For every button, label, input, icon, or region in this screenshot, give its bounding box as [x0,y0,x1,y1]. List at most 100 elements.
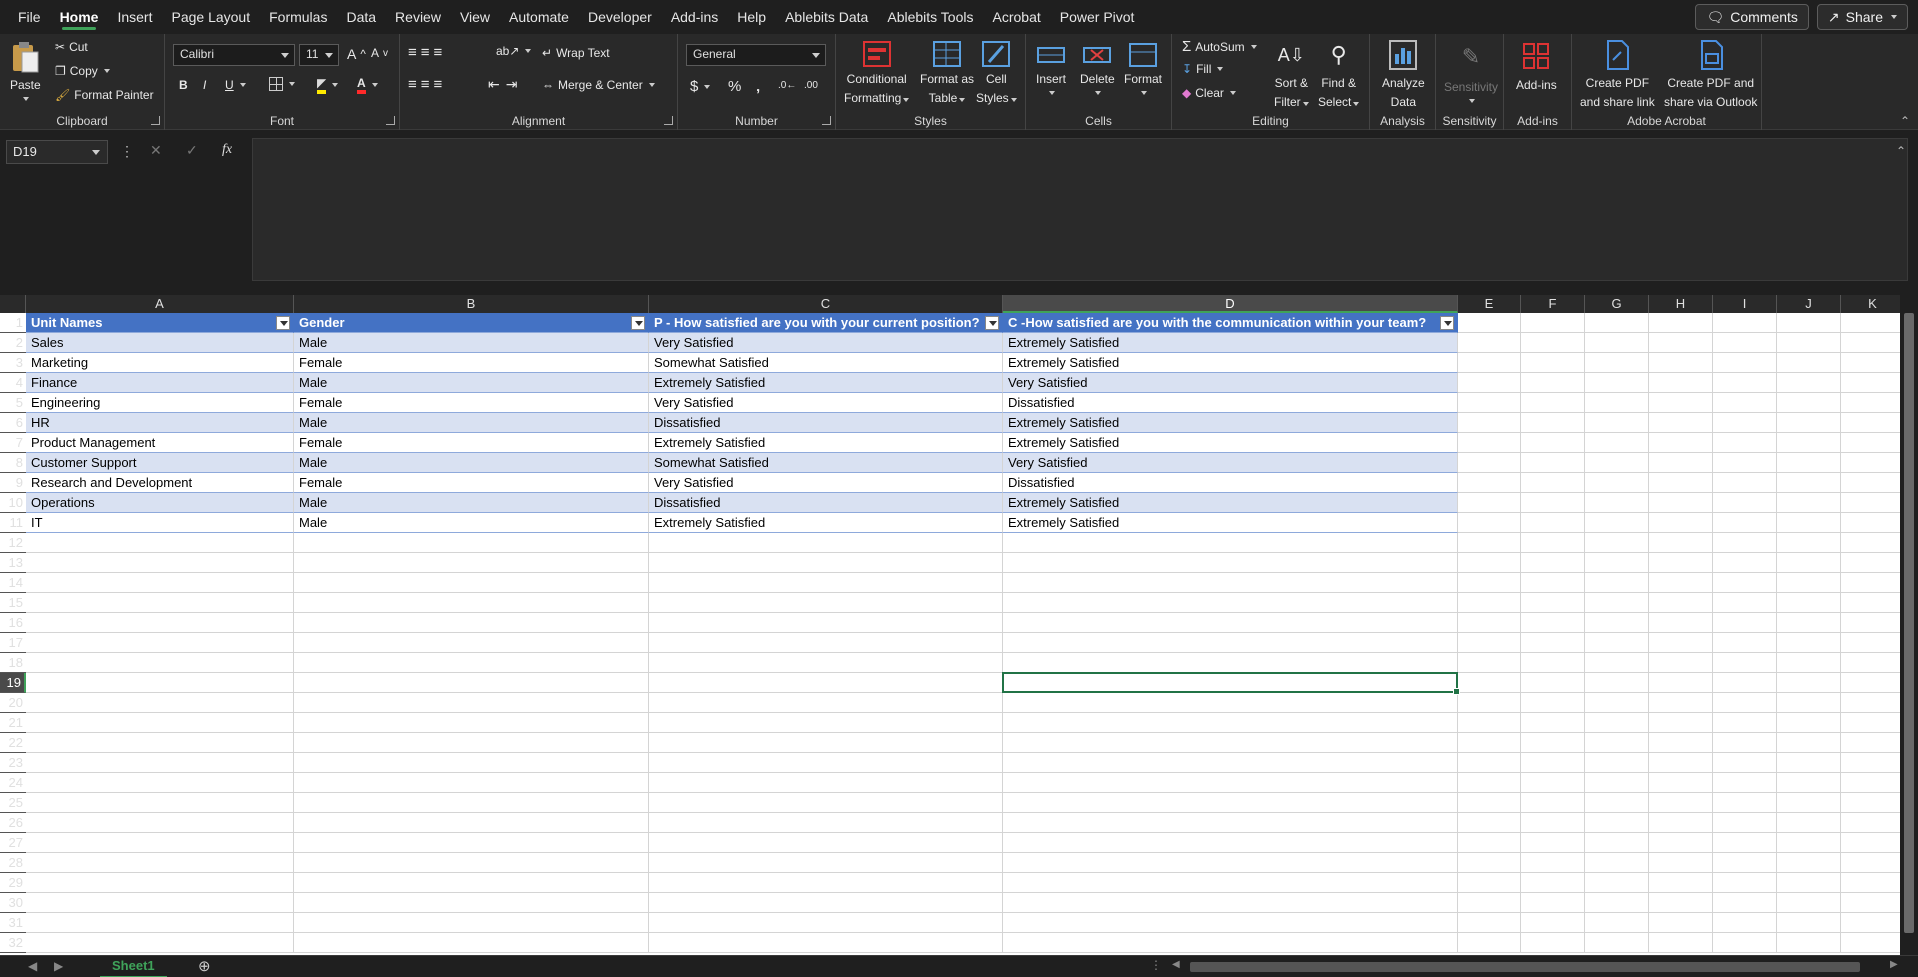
cell-j1[interactable] [1777,313,1841,333]
cell-f8[interactable] [1521,453,1585,473]
cell-h28[interactable] [1649,853,1713,873]
cell-a18[interactable] [26,653,294,673]
cell-c10[interactable]: Dissatisfied [649,493,1003,513]
row-header[interactable]: 17 [0,633,26,653]
cell-k2[interactable] [1841,333,1900,353]
cell-b25[interactable] [294,793,649,813]
borders-button[interactable] [269,77,295,91]
cell-h26[interactable] [1649,813,1713,833]
cell-j18[interactable] [1777,653,1841,673]
cell-a5[interactable]: Engineering [26,393,294,413]
cell-i16[interactable] [1713,613,1777,633]
cell-d24[interactable] [1003,773,1458,793]
cell-h13[interactable] [1649,553,1713,573]
cell-e3[interactable] [1458,353,1521,373]
cell-d23[interactable] [1003,753,1458,773]
cell-j2[interactable] [1777,333,1841,353]
cell-a16[interactable] [26,613,294,633]
collapse-ribbon-icon[interactable]: ⌃ [1900,114,1910,128]
cell-k18[interactable] [1841,653,1900,673]
column-header-h[interactable]: H [1649,295,1713,313]
cell-k6[interactable] [1841,413,1900,433]
row-header[interactable]: 9 [0,473,26,493]
cell-k30[interactable] [1841,893,1900,913]
number-format-select[interactable]: General [686,44,826,66]
cell-i15[interactable] [1713,593,1777,613]
cell-e15[interactable] [1458,593,1521,613]
cell-k26[interactable] [1841,813,1900,833]
cell-i11[interactable] [1713,513,1777,533]
dialog-launcher-icon[interactable] [664,116,673,125]
cell-h30[interactable] [1649,893,1713,913]
row-header[interactable]: 5 [0,393,26,413]
increase-decimal-button[interactable]: .0← [778,80,796,91]
scroll-right-icon[interactable]: ▶ [54,959,63,973]
cell-a21[interactable] [26,713,294,733]
cell-j17[interactable] [1777,633,1841,653]
tab-view[interactable]: View [452,0,498,34]
cell-f30[interactable] [1521,893,1585,913]
cell-f6[interactable] [1521,413,1585,433]
increase-font-icon[interactable]: A ^ [347,46,366,62]
scroll-left-icon[interactable]: ◀ [28,959,37,973]
cell-k23[interactable] [1841,753,1900,773]
cell-j20[interactable] [1777,693,1841,713]
cell-e23[interactable] [1458,753,1521,773]
worksheet-grid[interactable]: ABCDEFGHIJK 1 2 3 4 5 6 7 8 9 10 11 12 13 14 15 16 17 18 1… [0,295,1900,955]
cell-b2[interactable]: Male [294,333,649,353]
cell-j7[interactable] [1777,433,1841,453]
cell-b31[interactable] [294,913,649,933]
row-header[interactable]: 27 [0,833,26,853]
cell-a31[interactable] [26,913,294,933]
cell-j9[interactable] [1777,473,1841,493]
cell-h14[interactable] [1649,573,1713,593]
cell-i28[interactable] [1713,853,1777,873]
cell-d15[interactable] [1003,593,1458,613]
cell-c9[interactable]: Very Satisfied [649,473,1003,493]
cell-c23[interactable] [649,753,1003,773]
row-header[interactable]: 2 [0,333,26,353]
font-family-select[interactable]: Calibri [173,44,295,66]
cell-c18[interactable] [649,653,1003,673]
tab-ablebits-tools[interactable]: Ablebits Tools [879,0,981,34]
cell-i10[interactable] [1713,493,1777,513]
cell-j29[interactable] [1777,873,1841,893]
cell-c8[interactable]: Somewhat Satisfied [649,453,1003,473]
cell-d18[interactable] [1003,653,1458,673]
cell-d2[interactable]: Extremely Satisfied [1003,333,1458,353]
cell-h18[interactable] [1649,653,1713,673]
cell-g6[interactable] [1585,413,1649,433]
cell-f27[interactable] [1521,833,1585,853]
column-header-g[interactable]: G [1585,295,1649,313]
cell-i21[interactable] [1713,713,1777,733]
cell-b17[interactable] [294,633,649,653]
cell-h7[interactable] [1649,433,1713,453]
decrease-decimal-button[interactable]: .00 [804,80,818,91]
cell-b29[interactable] [294,873,649,893]
cut-button[interactable]: ✂ Cut [55,40,88,54]
cell-b24[interactable] [294,773,649,793]
cell-e9[interactable] [1458,473,1521,493]
row-header[interactable]: 25 [0,793,26,813]
expand-formula-icon[interactable]: ⌃ [1896,144,1906,158]
horizontal-align-icons[interactable]: ≡≡≡ [408,76,446,93]
cell-j26[interactable] [1777,813,1841,833]
cell-c4[interactable]: Extremely Satisfied [649,373,1003,393]
cell-c31[interactable] [649,913,1003,933]
cell-h6[interactable] [1649,413,1713,433]
tab-page-layout[interactable]: Page Layout [163,0,258,34]
indent-icons[interactable]: ⇤⇥ [488,76,523,93]
cell-k29[interactable] [1841,873,1900,893]
row-header[interactable]: 18 [0,653,26,673]
cell-e29[interactable] [1458,873,1521,893]
row-header[interactable]: 16 [0,613,26,633]
hscroll-right-icon[interactable]: ▶ [1890,959,1898,970]
cell-k10[interactable] [1841,493,1900,513]
row-header[interactable]: 26 [0,813,26,833]
cell-c15[interactable] [649,593,1003,613]
cell-a23[interactable] [26,753,294,773]
delete-cells-button[interactable]: Delete [1080,40,1115,95]
cell-b7[interactable]: Female [294,433,649,453]
cell-i26[interactable] [1713,813,1777,833]
cell-i22[interactable] [1713,733,1777,753]
